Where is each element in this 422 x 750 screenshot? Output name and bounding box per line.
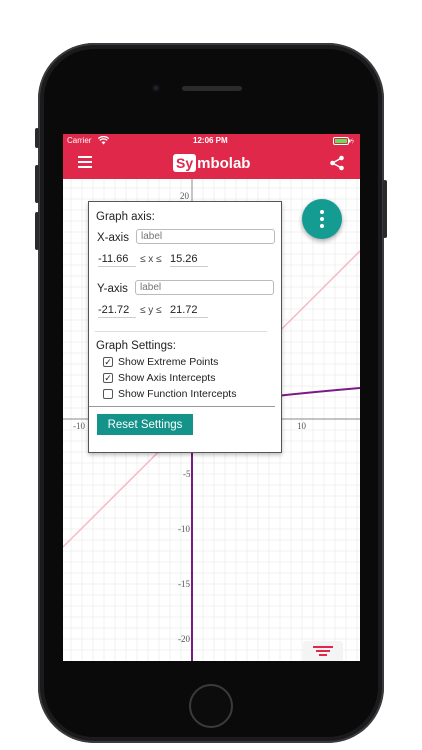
logo-mark: Sy (173, 154, 197, 172)
logo-text: mbolab (197, 154, 251, 172)
filter-button[interactable] (303, 641, 343, 661)
battery-icon (333, 137, 354, 145)
symbolab-logo: Sy mbolab (173, 152, 250, 174)
extreme-points-checkbox[interactable]: ✓ (103, 357, 113, 367)
function-intercepts-checkbox[interactable] (103, 389, 113, 399)
mute-switch (35, 128, 39, 148)
hamburger-menu-icon[interactable] (78, 156, 92, 168)
filter-icon (313, 646, 333, 656)
y-max-input[interactable]: 21.72 (170, 304, 208, 318)
y-tick-label-20: 20 (180, 191, 190, 201)
y-min-input[interactable]: -21.72 (98, 304, 136, 318)
graph-settings-title: Graph Settings: (96, 340, 176, 352)
graph-canvas[interactable]: -10 10 20 -5 -10 -15 -20 Graph axis: X-a… (63, 179, 360, 661)
status-bar: Carrier 12:06 PM (63, 134, 360, 147)
dialog-divider (95, 331, 267, 332)
volume-up-button (35, 165, 39, 203)
x-tick-label-right: 10 (297, 421, 307, 431)
y-range-relation: ≤ y ≤ (140, 305, 162, 316)
x-range-relation: ≤ x ≤ (140, 254, 162, 265)
y-axis-label-input[interactable] (135, 280, 274, 295)
y-tick-label-neg10: -10 (178, 524, 190, 534)
x-axis-label: X-axis (97, 232, 129, 244)
home-button[interactable] (189, 684, 233, 728)
earpiece-speaker (182, 86, 242, 91)
volume-down-button (35, 212, 39, 250)
x-axis-label-input[interactable] (136, 229, 275, 244)
reset-settings-button[interactable]: Reset Settings (97, 414, 193, 435)
y-axis-label: Y-axis (97, 283, 128, 295)
more-options-button[interactable] (302, 199, 342, 239)
app-header: Sy mbolab (63, 147, 360, 179)
y-tick-label-neg20: -20 (178, 634, 190, 644)
axis-intercepts-label: Show Axis Intercepts (118, 372, 216, 384)
power-button (383, 180, 387, 238)
app-screen: Carrier 12:06 PM Sy mbolab -10 10 20 -5 … (63, 134, 360, 661)
clock-label: 12:06 PM (193, 136, 228, 145)
axis-intercepts-checkbox[interactable]: ✓ (103, 373, 113, 383)
graph-axis-title: Graph axis: (96, 211, 155, 223)
graph-settings-dialog: Graph axis: X-axis -11.66 ≤ x ≤ 15.26 Y-… (88, 201, 282, 453)
x-max-input[interactable]: 15.26 (170, 253, 208, 267)
front-camera (152, 84, 160, 92)
y-tick-label-neg15: -15 (178, 579, 190, 589)
x-tick-label-left: -10 (73, 421, 85, 431)
share-icon[interactable] (329, 155, 345, 171)
carrier-label: Carrier (67, 136, 92, 145)
extreme-points-label: Show Extreme Points (118, 356, 219, 368)
y-tick-label-neg5: -5 (183, 469, 191, 479)
x-min-input[interactable]: -11.66 (98, 253, 136, 267)
function-intercepts-label: Show Function Intercepts (118, 388, 237, 400)
wifi-icon (98, 136, 109, 145)
dialog-divider-bottom (89, 406, 275, 407)
